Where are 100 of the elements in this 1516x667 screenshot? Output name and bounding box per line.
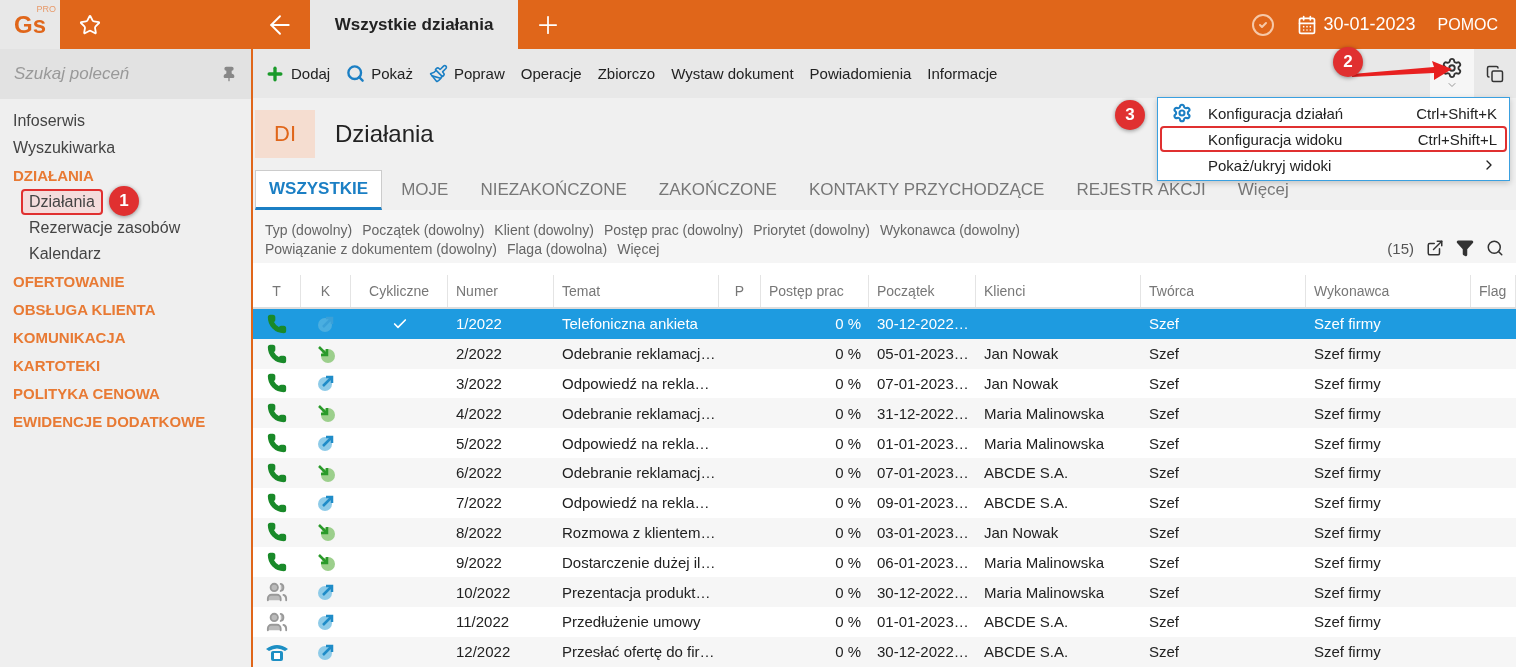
column-header[interactable]: Numer (448, 275, 554, 307)
table-cell-text: 30-12-2022… (876, 582, 970, 603)
window-tab[interactable]: Wszystkie działania (310, 0, 518, 49)
table-cell-text: ABCDE S.A. (983, 493, 1070, 514)
column-header[interactable]: P (719, 275, 761, 307)
table-cell-text: 10/2022 (455, 582, 512, 603)
table-cell-text: Maria Malinowska (983, 582, 1106, 603)
table-cell-text: 2/2022 (455, 344, 503, 365)
view-tab[interactable]: ZAKOŃCZONE (645, 170, 790, 210)
toolbar-button[interactable]: Zbiorczo (597, 65, 656, 82)
phone-icon (267, 403, 287, 424)
table-cell-text: Szef firmy (1313, 552, 1382, 573)
column-header[interactable]: Początek (869, 275, 976, 307)
filter-link[interactable]: Wykonawca (dowolny) (879, 222, 1020, 238)
menu-item[interactable]: Konfiguracja działań Ctrl+Shift+K (1160, 100, 1507, 126)
menu-item[interactable]: Konfiguracja widoku Ctrl+Shift+L (1160, 126, 1507, 152)
table-cell-text: Szef firmy (1313, 433, 1382, 454)
table-cell-text: Odebranie reklamacj… (561, 403, 717, 424)
sidebar-item[interactable]: Działania (21, 189, 103, 215)
table-cell-text: 0 % (834, 522, 862, 543)
table-row[interactable]: 1/2022 Telefoniczna ankieta 0 % 30-12-2022… Szef Szef firmy (253, 309, 1516, 339)
column-header[interactable]: Cykliczne (351, 275, 448, 307)
toolbar-button[interactable]: Operacje (520, 65, 582, 82)
table-cell-text: 0 % (834, 582, 862, 603)
sidebar-item[interactable]: Kalendarz (21, 241, 110, 267)
table-cell-text: ABCDE S.A. (983, 612, 1070, 633)
view-tab[interactable]: WSZYSTKIE (255, 170, 383, 210)
brush-icon (428, 64, 448, 83)
table-cell-text: 01-01-2023… (876, 612, 970, 633)
people-icon (266, 581, 288, 604)
table-row[interactable]: 4/2022 Odebranie reklamacj… 0 % 31-12-2022… Maria Malinowska Szef Szef firmy (253, 398, 1516, 429)
column-header[interactable]: Postęp prac (761, 275, 869, 307)
filter-link[interactable]: Flaga (dowolna) (506, 241, 608, 257)
table-cell-text: Rozmowa z klientem… (561, 522, 717, 543)
sidebar-item[interactable]: Infoserwis (13, 107, 251, 134)
view-tab[interactable]: NIEZAKOŃCZONE (467, 170, 640, 210)
pin-icon[interactable] (221, 66, 237, 82)
calendar-icon[interactable] (1297, 14, 1318, 35)
table-row[interactable]: 6/2022 Odebranie reklamacj… 0 % 07-01-2023… ABCDE S.A. Szef Szef firmy (253, 458, 1516, 488)
page-title: Działania (335, 120, 434, 148)
sidebar-item[interactable]: Wyszukiwarka (13, 134, 251, 161)
column-header[interactable]: Flag (1471, 275, 1516, 307)
column-header[interactable]: Twórca (1141, 275, 1306, 307)
table-cell-text: 4/2022 (455, 403, 503, 424)
table-cell-text: 0 % (834, 433, 862, 454)
column-header[interactable]: Wykonawca (1306, 275, 1471, 307)
table-cell-text: 07-01-2023… (876, 374, 970, 394)
phone-icon (267, 343, 287, 364)
table-cell-text: 9/2022 (455, 552, 503, 573)
column-header[interactable]: Temat (554, 275, 719, 307)
table-cell-text: Szef firmy (1313, 463, 1382, 484)
toolbar-button[interactable]: Popraw (428, 64, 505, 83)
column-header[interactable]: Klienci (976, 275, 1141, 307)
filter-icon[interactable] (1456, 239, 1474, 257)
restore-window-icon (1486, 64, 1504, 83)
toolbar-button[interactable]: Dodaj (265, 63, 331, 84)
filter-link[interactable]: Postęp prac (dowolny) (603, 222, 744, 238)
column-header[interactable]: K (301, 275, 351, 307)
filter-link[interactable]: Więcej (617, 241, 660, 257)
check-circle-icon[interactable] (1251, 12, 1276, 37)
toolbar-button[interactable]: Wystaw dokument (671, 65, 794, 82)
view-tab[interactable]: MOJE (388, 170, 462, 210)
toolbar-button[interactable]: Pokaż (346, 64, 413, 83)
table-cell-text: Szef (1148, 582, 1180, 603)
app-logo[interactable]: Gs PRO (0, 0, 60, 49)
logo-superscript: PRO (36, 4, 56, 14)
help-link[interactable]: POMOC (1437, 15, 1498, 34)
table-cell-text: 0 % (834, 612, 862, 633)
table-cell-text: 0 % (834, 374, 862, 394)
search-icon[interactable] (1486, 239, 1504, 257)
settings-icon (1441, 56, 1463, 79)
table-cell-text: Szef firmy (1313, 344, 1382, 365)
table-cell-text: 0 % (834, 344, 862, 365)
toolbar-button[interactable]: Powiadomienia (809, 65, 912, 82)
sidebar-item[interactable]: Rezerwacje zasobów (21, 215, 189, 241)
filter-link[interactable]: Klient (dowolny) (494, 222, 594, 238)
filter-link[interactable]: Priorytet (dowolny) (753, 222, 870, 238)
toolbar-button[interactable]: Informacje (927, 65, 998, 82)
table-cell-text: 0 % (834, 552, 862, 573)
table-cell-text: Szef (1148, 433, 1180, 454)
filter-link[interactable]: Powiązanie z dokumentem (dowolny) (265, 241, 497, 257)
phone-icon (267, 433, 287, 454)
filter-link[interactable]: Typ (dowolny) (265, 222, 353, 238)
module-badge: DI (255, 110, 315, 158)
export-icon[interactable] (1426, 239, 1444, 257)
table-row[interactable]: 12/2022 Przesłać ofertę do fir… 0 % 30-12-2022… ABCDE S.A. Szef Szef firmy (253, 636, 1516, 667)
star-icon[interactable] (79, 13, 101, 36)
table-row[interactable]: 8/2022 Rozmowa z klientem… 0 % 03-01-2023… Jan Nowak Szef Szef firmy (253, 517, 1516, 548)
table-cell-text: Szef (1148, 642, 1180, 663)
table-cell-text: 31-12-2022… (876, 403, 970, 424)
view-tab[interactable]: KONTAKTY PRZYCHODZĄCE (795, 170, 1058, 210)
table-cell-text: 0 % (834, 314, 862, 335)
phone-icon (267, 313, 287, 334)
phone-icon (267, 522, 287, 543)
filter-link[interactable]: Początek (dowolny) (362, 222, 485, 238)
column-header[interactable]: T (253, 275, 301, 307)
table-row[interactable]: 10/2022 Prezentacja produkt… 0 % 30-12-2022… Maria Malinowska Szef Szef firmy (253, 577, 1516, 607)
table-cell-text: 6/2022 (455, 463, 503, 484)
people-icon (266, 610, 288, 633)
table-row[interactable]: 2/2022 Odebranie reklamacj… 0 % 05-01-2023… Jan Nowak Szef Szef firmy (253, 338, 1516, 369)
